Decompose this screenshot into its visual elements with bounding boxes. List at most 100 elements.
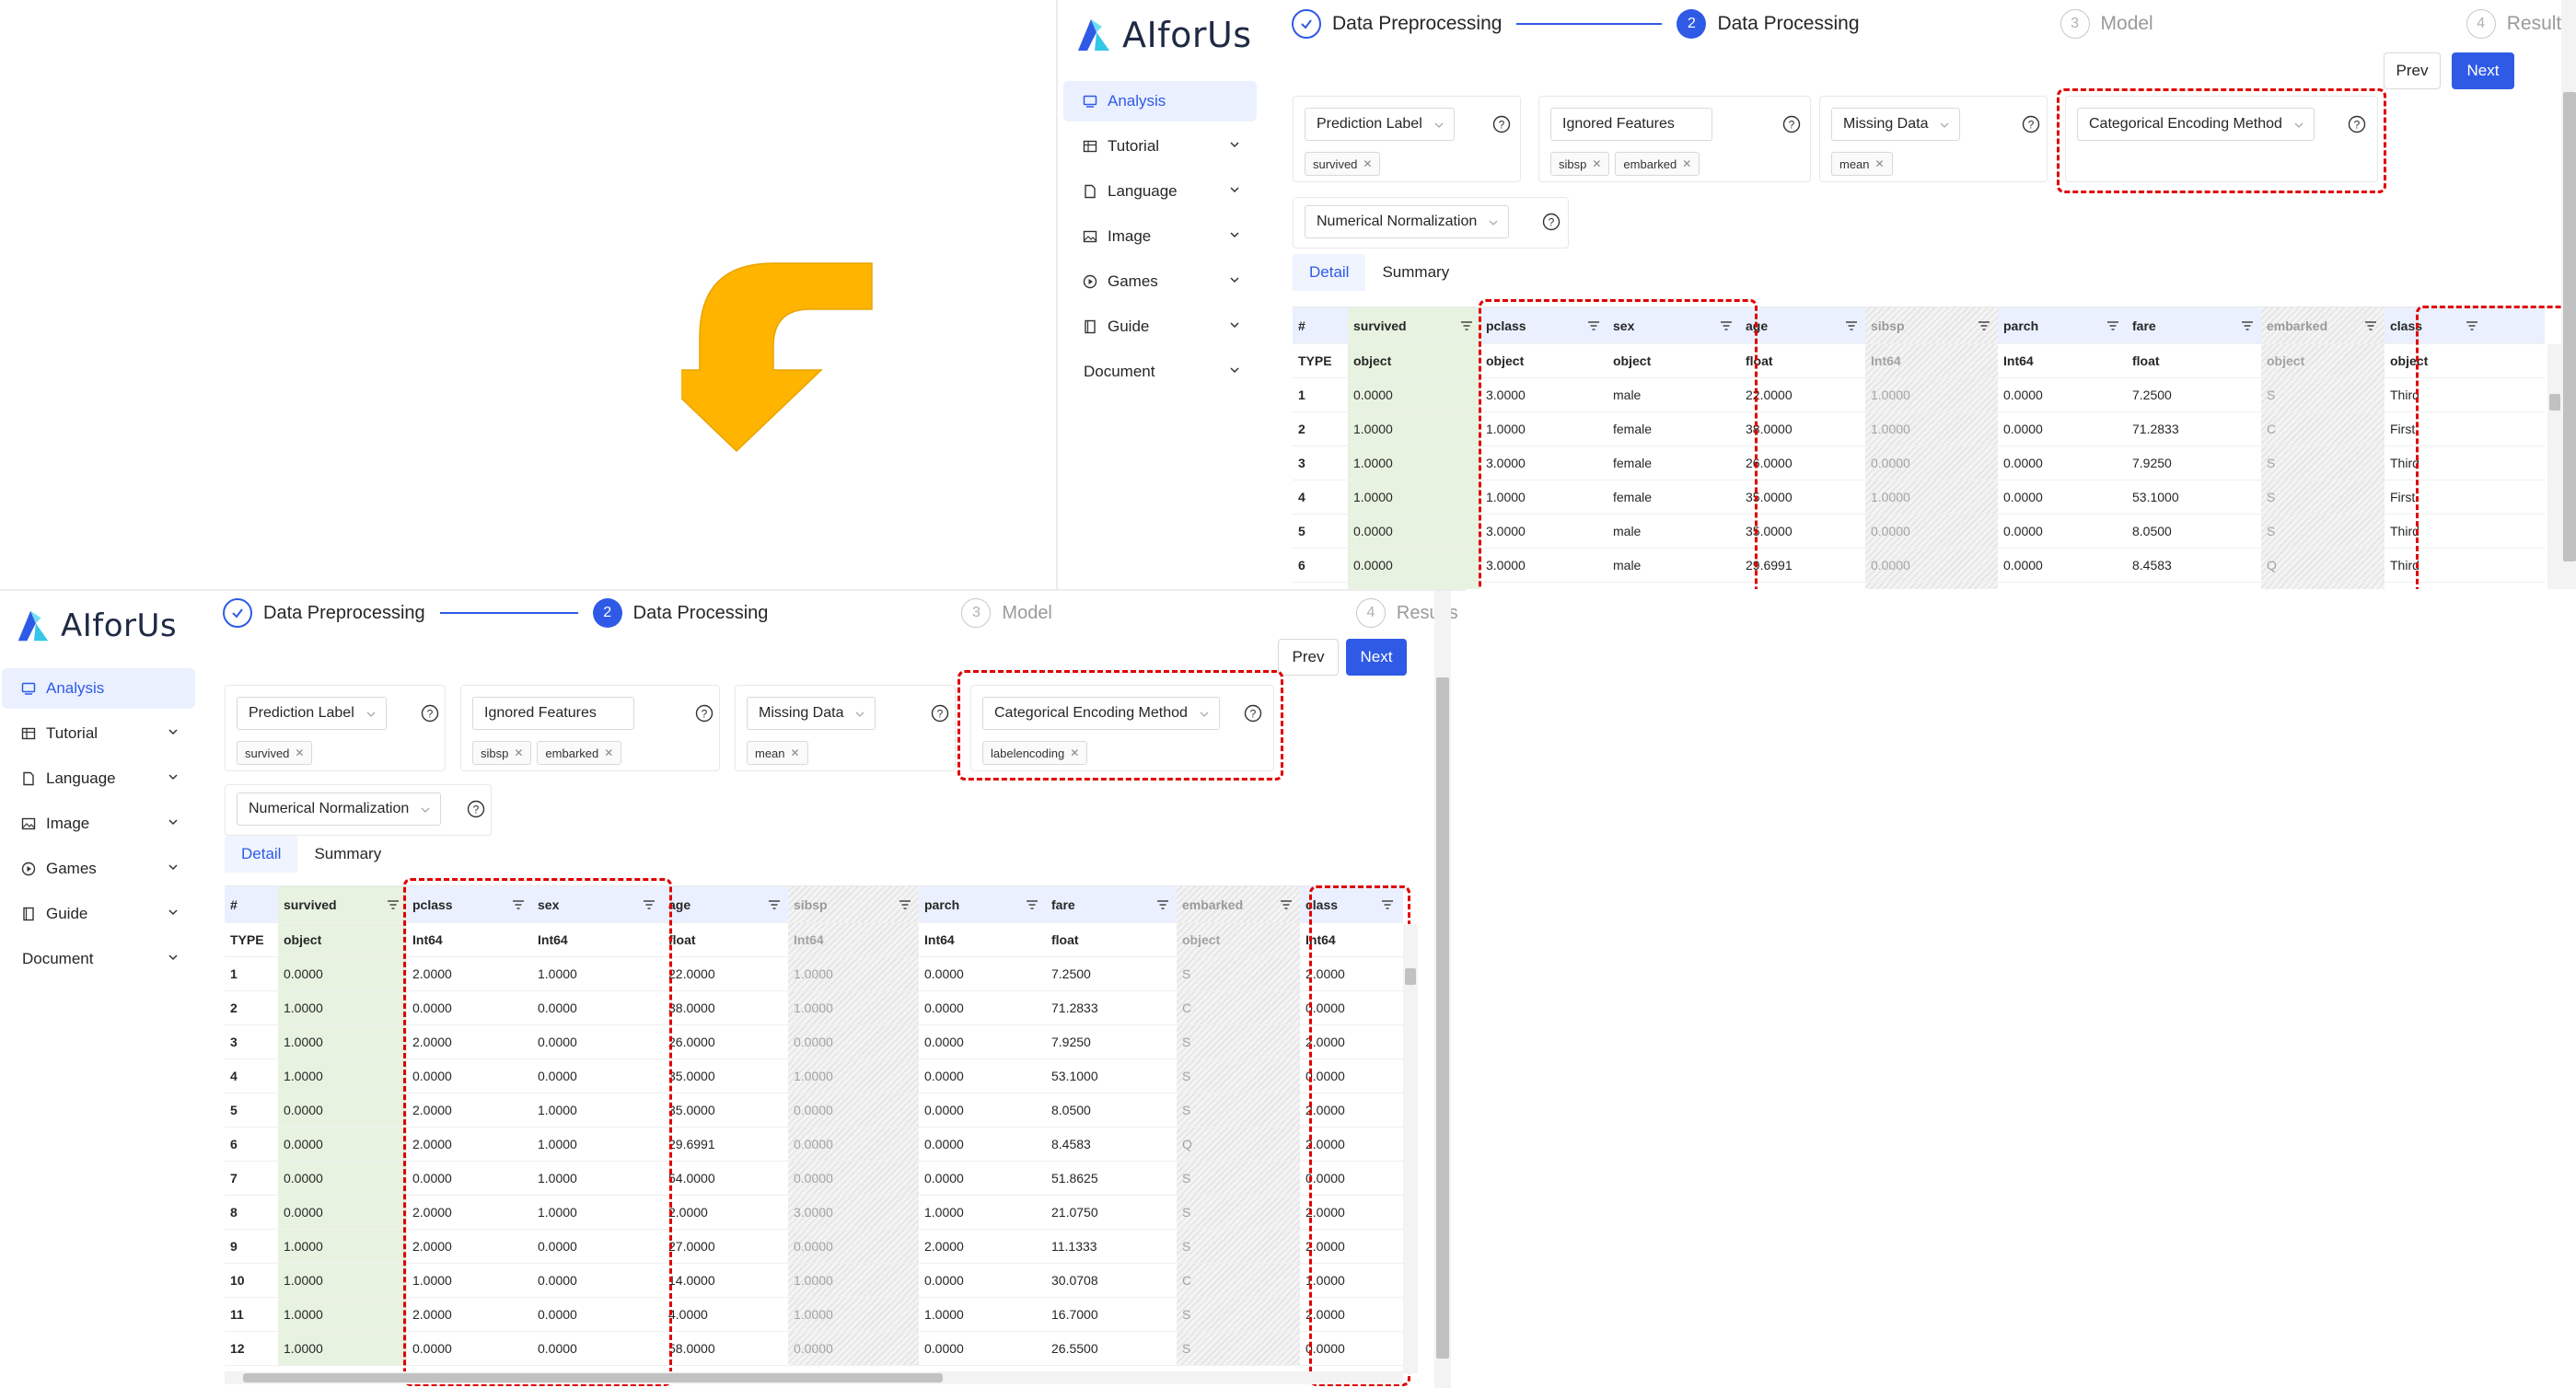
normalization-select[interactable]: Numerical Normalization bbox=[1305, 205, 1510, 238]
filter-icon[interactable] bbox=[899, 898, 911, 911]
scrollbar-thumb[interactable] bbox=[2549, 394, 2560, 411]
missing-data-select[interactable]: Missing Data bbox=[747, 697, 876, 730]
tag-labelencoding[interactable]: labelencoding ✕ bbox=[982, 741, 1088, 765]
step-model[interactable]: 3 Model bbox=[2060, 9, 2153, 39]
prev-button[interactable]: Prev bbox=[1278, 639, 1339, 676]
filter-icon[interactable] bbox=[1587, 319, 1600, 332]
scrollbar-thumb[interactable] bbox=[1405, 968, 1416, 985]
missing-data-select[interactable]: Missing Data bbox=[1831, 108, 1961, 141]
column-header-class[interactable]: class bbox=[2385, 307, 2486, 343]
prediction-label-select[interactable]: Prediction Label bbox=[237, 697, 387, 730]
scrollbar-thumb[interactable] bbox=[2563, 92, 2576, 561]
column-header-pclass[interactable]: pclass bbox=[1480, 307, 1607, 343]
sidebar-item-guide[interactable]: Guide bbox=[1063, 307, 1257, 347]
ignored-features-select[interactable]: Ignored Features bbox=[472, 697, 634, 730]
close-icon[interactable]: ✕ bbox=[1363, 157, 1372, 170]
table-horizontal-scrollbar[interactable] bbox=[225, 1371, 1403, 1384]
sidebar-item-image[interactable]: Image bbox=[1063, 216, 1257, 257]
tab-detail[interactable]: Detail bbox=[225, 836, 298, 873]
prediction-label-select[interactable]: Prediction Label bbox=[1305, 108, 1455, 141]
table-vertical-scrollbar[interactable] bbox=[1403, 924, 1418, 1373]
help-icon[interactable]: ? bbox=[695, 704, 714, 723]
tag-embarked[interactable]: embarked ✕ bbox=[1615, 152, 1700, 176]
filter-icon[interactable] bbox=[2466, 319, 2478, 332]
filter-icon[interactable] bbox=[2106, 319, 2119, 332]
column-header-embarked[interactable]: embarked bbox=[2261, 307, 2385, 343]
filter-icon[interactable] bbox=[1280, 898, 1293, 911]
scrollbar-thumb[interactable] bbox=[243, 1373, 943, 1382]
tag-sibsp[interactable]: sibsp ✕ bbox=[1550, 152, 1610, 176]
filter-icon[interactable] bbox=[1026, 898, 1039, 911]
filter-icon[interactable] bbox=[2241, 319, 2254, 332]
sidebar-item-image[interactable]: Image bbox=[2, 804, 195, 844]
column-header-parch[interactable]: parch bbox=[919, 886, 1046, 922]
sidebar-item-games[interactable]: Games bbox=[2, 849, 195, 889]
step-data-preprocessing[interactable]: Data Preprocessing bbox=[1292, 9, 1502, 39]
sidebar-item-document[interactable]: Document bbox=[1063, 352, 1257, 392]
filter-icon[interactable] bbox=[1460, 319, 1473, 332]
step-model[interactable]: 3 Model bbox=[961, 598, 1052, 628]
column-header-age[interactable]: age bbox=[1740, 307, 1865, 343]
help-icon[interactable]: ? bbox=[1244, 704, 1262, 723]
step-data-processing[interactable]: 2 Data Processing bbox=[592, 598, 768, 628]
help-icon[interactable]: ? bbox=[421, 704, 439, 723]
column-header-survived[interactable]: survived bbox=[1348, 307, 1480, 343]
ignored-features-select[interactable]: Ignored Features bbox=[1550, 108, 1712, 141]
column-header-class[interactable]: class bbox=[1300, 886, 1401, 922]
tag-survived[interactable]: survived ✕ bbox=[1305, 152, 1381, 176]
close-icon[interactable]: ✕ bbox=[514, 746, 523, 759]
filter-icon[interactable] bbox=[643, 898, 656, 911]
help-icon[interactable]: ? bbox=[2348, 115, 2366, 133]
close-icon[interactable]: ✕ bbox=[1682, 157, 1691, 170]
column-header-sibsp[interactable]: sibsp bbox=[1865, 307, 1998, 343]
scrollbar-thumb[interactable] bbox=[1436, 677, 1449, 1359]
sidebar-item-guide[interactable]: Guide bbox=[2, 894, 195, 934]
encoding-method-select[interactable]: Categorical Encoding Method bbox=[982, 697, 1220, 730]
sidebar-item-tutorial[interactable]: Tutorial bbox=[2, 713, 195, 754]
sidebar-item-analysis[interactable]: Analysis bbox=[1063, 81, 1257, 121]
filter-icon[interactable] bbox=[1845, 319, 1858, 332]
help-icon[interactable]: ? bbox=[2022, 115, 2040, 133]
tab-summary[interactable]: Summary bbox=[297, 836, 398, 873]
encoding-method-select[interactable]: Categorical Encoding Method bbox=[2077, 108, 2315, 141]
close-icon[interactable]: ✕ bbox=[1070, 746, 1079, 759]
close-icon[interactable]: ✕ bbox=[791, 746, 800, 759]
close-icon[interactable]: ✕ bbox=[1875, 157, 1885, 170]
filter-icon[interactable] bbox=[768, 898, 781, 911]
filter-icon[interactable] bbox=[512, 898, 525, 911]
tag-sibsp[interactable]: sibsp ✕ bbox=[472, 741, 532, 765]
logo[interactable]: AIforUs bbox=[1074, 15, 1252, 55]
page-vertical-scrollbar[interactable] bbox=[1434, 591, 1451, 1388]
filter-icon[interactable] bbox=[1720, 319, 1733, 332]
normalization-select[interactable]: Numerical Normalization bbox=[237, 792, 442, 826]
filter-icon[interactable] bbox=[387, 898, 400, 911]
tab-summary[interactable]: Summary bbox=[1365, 254, 1466, 291]
sidebar-item-tutorial[interactable]: Tutorial bbox=[1063, 126, 1257, 167]
step-data-processing[interactable]: 2 Data Processing bbox=[1677, 9, 1860, 39]
column-header-fare[interactable]: fare bbox=[1046, 886, 1177, 922]
close-icon[interactable]: ✕ bbox=[295, 746, 304, 759]
column-header-pclass[interactable]: pclass bbox=[407, 886, 532, 922]
sidebar-item-games[interactable]: Games bbox=[1063, 261, 1257, 302]
step-results[interactable]: 4 Results bbox=[2466, 9, 2571, 39]
step-data-preprocessing[interactable]: Data Preprocessing bbox=[223, 598, 425, 628]
column-header-sibsp[interactable]: sibsp bbox=[788, 886, 919, 922]
close-icon[interactable]: ✕ bbox=[604, 746, 613, 759]
help-icon[interactable]: ? bbox=[931, 704, 949, 723]
tag-mean[interactable]: mean ✕ bbox=[1831, 152, 1893, 176]
filter-icon[interactable] bbox=[1156, 898, 1169, 911]
close-icon[interactable]: ✕ bbox=[1592, 157, 1601, 170]
column-header-sex[interactable]: sex bbox=[1607, 307, 1740, 343]
column-header-survived[interactable]: survived bbox=[278, 886, 407, 922]
help-icon[interactable]: ? bbox=[1542, 213, 1561, 231]
sidebar-item-analysis[interactable]: Analysis bbox=[2, 668, 195, 709]
prev-button[interactable]: Prev bbox=[2384, 52, 2441, 89]
filter-icon[interactable] bbox=[2364, 319, 2377, 332]
column-header-embarked[interactable]: embarked bbox=[1177, 886, 1300, 922]
tag-embarked[interactable]: embarked ✕ bbox=[537, 741, 622, 765]
next-button[interactable]: Next bbox=[2452, 52, 2514, 89]
logo[interactable]: AIforUs bbox=[15, 607, 177, 644]
column-header-sex[interactable]: sex bbox=[532, 886, 663, 922]
tag-mean[interactable]: mean ✕ bbox=[747, 741, 808, 765]
help-icon[interactable]: ? bbox=[467, 800, 485, 818]
